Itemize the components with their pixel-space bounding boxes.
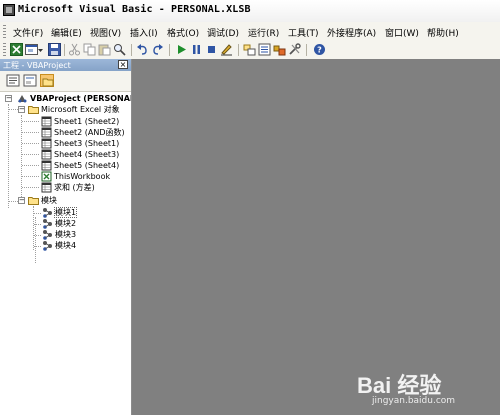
- tree-node-label: 模块3: [55, 230, 77, 239]
- code-workspace[interactable]: [132, 59, 500, 415]
- chevron-down-icon[interactable]: [37, 43, 44, 56]
- menu-tools[interactable]: 工具(T): [288, 26, 319, 39]
- copy-icon[interactable]: [83, 43, 96, 56]
- project-tree: − VBAProject (PERSONAL.XLSB) − Microsoft…: [0, 93, 131, 415]
- menu-view[interactable]: 视图(V): [90, 26, 121, 39]
- menu-window[interactable]: 窗口(W): [385, 26, 419, 39]
- module-icon: [42, 229, 53, 240]
- worksheet-icon: [41, 182, 52, 193]
- toolbar-separator: [169, 44, 170, 56]
- expand-collapse-icon[interactable]: −: [18, 106, 25, 113]
- menu-edit[interactable]: 编辑(E): [51, 26, 82, 39]
- tree-node-module[interactable]: 模块3: [42, 229, 76, 240]
- menu-addins[interactable]: 外接程序(A): [327, 26, 376, 39]
- toggle-folders-icon[interactable]: [40, 74, 54, 87]
- tree-node-project[interactable]: VBAProject (PERSONAL.XLSB): [17, 93, 131, 104]
- find-icon[interactable]: [113, 43, 126, 56]
- break-icon[interactable]: [190, 43, 203, 56]
- vbaproject-icon: [17, 93, 28, 104]
- workbook-icon: [41, 171, 52, 182]
- tree-node-sheet[interactable]: Sheet3 (Sheet1): [41, 138, 119, 149]
- view-object-icon[interactable]: [23, 74, 37, 87]
- tree-node-module[interactable]: 模块2: [42, 218, 76, 229]
- properties-icon[interactable]: [258, 43, 271, 56]
- tree-node-label: Sheet2 (AND函数): [54, 128, 125, 137]
- worksheet-icon: [41, 116, 52, 127]
- toolbar-separator: [306, 44, 307, 56]
- object-browser-icon[interactable]: [273, 43, 286, 56]
- watermark-url: jingyan.baidu.com: [372, 396, 456, 406]
- tree-node-module[interactable]: 模块1: [42, 207, 78, 218]
- folder-icon: [28, 104, 39, 115]
- tree-node-label: 模块1: [53, 207, 78, 218]
- save-icon[interactable]: [48, 43, 61, 56]
- menubar-grip-icon[interactable]: [3, 25, 6, 38]
- module-icon: [42, 207, 53, 218]
- tree-node-label: Microsoft Excel 对象: [41, 105, 120, 114]
- menu-debug[interactable]: 调试(D): [207, 26, 239, 39]
- tree-node-label: 模块4: [55, 241, 77, 250]
- help-icon[interactable]: ?: [313, 43, 326, 56]
- tree-node-label: 模块: [41, 196, 57, 205]
- module-icon: [42, 218, 53, 229]
- tree-node-modules[interactable]: 模块: [28, 195, 57, 206]
- toolbar-grip-icon[interactable]: [3, 43, 6, 56]
- tree-node-sheet[interactable]: Sheet4 (Sheet3): [41, 149, 119, 160]
- expand-collapse-icon[interactable]: −: [5, 95, 12, 102]
- tree-node-label: ThisWorkbook: [54, 172, 111, 181]
- toolbox-icon[interactable]: [288, 43, 301, 56]
- title-bar: Microsoft Visual Basic - PERSONAL.XLSB: [0, 0, 500, 23]
- menu-format[interactable]: 格式(O): [167, 26, 199, 39]
- tree-node-module[interactable]: 模块4: [42, 240, 76, 251]
- tree-node-label: Sheet4 (Sheet3): [54, 150, 120, 159]
- worksheet-icon: [41, 127, 52, 138]
- toolbar-separator: [131, 44, 132, 56]
- undo-icon[interactable]: [136, 43, 149, 56]
- project-explorer-icon[interactable]: [243, 43, 256, 56]
- tree-node-excel-objects[interactable]: Microsoft Excel 对象: [28, 104, 120, 115]
- tree-node-label: Sheet3 (Sheet1): [54, 139, 120, 148]
- paste-icon[interactable]: [98, 43, 111, 56]
- expand-collapse-icon[interactable]: −: [18, 197, 25, 204]
- menu-run[interactable]: 运行(R): [248, 26, 279, 39]
- run-icon[interactable]: [175, 43, 188, 56]
- panel-title: 工程 - VBAProject: [3, 61, 71, 70]
- standard-toolbar: ?: [0, 41, 500, 60]
- svg-text:?: ?: [317, 46, 322, 55]
- tree-node-label: Sheet5 (Sheet4): [54, 161, 120, 170]
- menu-file[interactable]: 文件(F): [13, 26, 43, 39]
- excel-icon[interactable]: [10, 43, 23, 56]
- vba-app-icon: [3, 4, 15, 16]
- toolbar-separator: [64, 44, 65, 56]
- worksheet-icon: [41, 149, 52, 160]
- design-mode-icon[interactable]: [220, 43, 233, 56]
- tree-node-sheet[interactable]: 求和 (方差): [41, 182, 95, 193]
- worksheet-icon: [41, 138, 52, 149]
- toolbar-separator: [238, 44, 239, 56]
- cut-icon[interactable]: [68, 43, 81, 56]
- worksheet-icon: [41, 160, 52, 171]
- redo-icon[interactable]: [151, 43, 164, 56]
- close-icon[interactable]: ×: [118, 60, 128, 69]
- tree-node-sheet[interactable]: Sheet1 (Sheet2): [41, 116, 119, 127]
- tree-node-label: 求和 (方差): [54, 183, 95, 192]
- reset-icon[interactable]: [205, 43, 218, 56]
- module-icon: [42, 240, 53, 251]
- menu-bar: 文件(F) 编辑(E) 视图(V) 插入(I) 格式(O) 调试(D) 运行(R…: [0, 22, 500, 42]
- menu-insert[interactable]: 插入(I): [130, 26, 158, 39]
- window-title: Microsoft Visual Basic - PERSONAL.XLSB: [18, 4, 251, 15]
- tree-node-label: 模块2: [55, 219, 77, 228]
- panel-title-bar[interactable]: 工程 - VBAProject ×: [0, 59, 131, 71]
- menu-help[interactable]: 帮助(H): [427, 26, 459, 39]
- project-explorer-panel: 工程 - VBAProject × − VBAProject (PERSONAL…: [0, 59, 132, 415]
- tree-node-sheet[interactable]: Sheet2 (AND函数): [41, 127, 125, 138]
- tree-node-label: Sheet1 (Sheet2): [54, 117, 120, 126]
- folder-icon: [28, 195, 39, 206]
- tree-node-sheet[interactable]: Sheet5 (Sheet4): [41, 160, 119, 171]
- tree-node-label: VBAProject (PERSONAL.XLSB): [30, 94, 131, 103]
- panel-toolbar: [0, 71, 131, 92]
- view-code-icon[interactable]: [6, 74, 20, 87]
- tree-node-thisworkbook[interactable]: ThisWorkbook: [41, 171, 110, 182]
